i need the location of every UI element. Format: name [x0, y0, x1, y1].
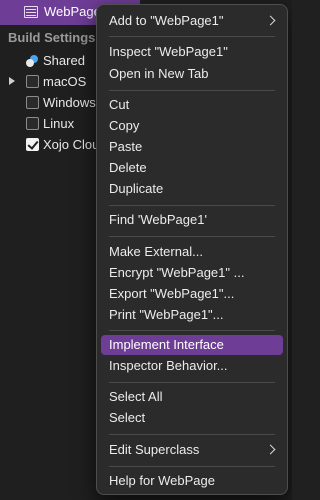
menu-item-inspector-behavior[interactable]: Inspector Behavior... — [101, 356, 283, 376]
shared-icon — [26, 55, 38, 67]
menu-item-label: Print "WebPage1"... — [109, 307, 224, 322]
menu-item-label: Duplicate — [109, 181, 164, 196]
menu-item-label: Inspector Behavior... — [109, 358, 228, 373]
menu-item-label: Make External... — [109, 244, 203, 259]
menu-item-label: Select All — [109, 389, 163, 404]
menu-item-copy[interactable]: Copy — [101, 116, 283, 136]
menu-item-edit-superclass[interactable]: Edit Superclass — [101, 440, 283, 460]
app-window: WebPage1 Build Settings Shared macOS Win… — [0, 0, 292, 500]
menu-item-select[interactable]: Select — [101, 408, 283, 428]
macos-checkbox[interactable] — [26, 75, 39, 88]
build-settings-header: Build Settings — [8, 30, 96, 45]
menu-separator — [109, 382, 275, 383]
menu-separator — [109, 36, 275, 37]
menu-item-label: Help for WebPage — [109, 473, 215, 488]
menu-item-export[interactable]: Export "WebPage1"... — [101, 284, 283, 304]
build-item-label: Linux — [43, 116, 75, 131]
menu-item-help[interactable]: Help for WebPage — [101, 471, 283, 491]
menu-item-label: Copy — [109, 118, 140, 133]
menu-item-label: Inspect "WebPage1" — [109, 44, 228, 59]
menu-separator — [109, 434, 275, 435]
menu-separator — [109, 466, 275, 467]
windows-checkbox[interactable] — [26, 96, 39, 109]
menu-item-label: Select — [109, 410, 146, 425]
menu-item-duplicate[interactable]: Duplicate — [101, 179, 283, 199]
menu-item-encrypt[interactable]: Encrypt "WebPage1" ... — [101, 263, 283, 283]
menu-item-label: Delete — [109, 160, 147, 175]
menu-item-cut[interactable]: Cut — [101, 95, 283, 115]
linux-checkbox[interactable] — [26, 117, 39, 130]
menu-item-make-external[interactable]: Make External... — [101, 242, 283, 262]
menu-item-delete[interactable]: Delete — [101, 158, 283, 178]
menu-item-open-in-new-tab[interactable]: Open in New Tab — [101, 64, 283, 84]
menu-item-label: Paste — [109, 139, 143, 154]
menu-separator — [109, 90, 275, 91]
build-item-label: Windows — [43, 95, 96, 110]
chevron-right-icon — [265, 15, 276, 26]
menu-item-label: Export "WebPage1"... — [109, 286, 235, 301]
menu-item-label: Find 'WebPage1' — [109, 212, 207, 227]
menu-item-implement-interface[interactable]: Implement Interface — [101, 335, 283, 355]
menu-item-label: Encrypt "WebPage1" ... — [109, 265, 245, 280]
menu-item-print[interactable]: Print "WebPage1"... — [101, 305, 283, 325]
menu-item-label: Cut — [109, 97, 130, 112]
chevron-right-icon — [265, 444, 276, 455]
menu-item-find[interactable]: Find 'WebPage1' — [101, 210, 283, 230]
menu-item-label: Open in New Tab — [109, 66, 209, 81]
menu-separator — [109, 205, 275, 206]
menu-item-paste[interactable]: Paste — [101, 137, 283, 157]
menu-separator — [109, 236, 275, 237]
menu-item-label: Implement Interface — [109, 337, 224, 352]
menu-item-select-all[interactable]: Select All — [101, 387, 283, 407]
disclosure-triangle-icon[interactable] — [9, 77, 15, 85]
webpage-icon — [24, 6, 38, 18]
menu-separator — [109, 330, 275, 331]
context-menu: Add to "WebPage1" Inspect "WebPage1" Ope… — [96, 4, 288, 495]
menu-item-label: Edit Superclass — [109, 442, 200, 457]
menu-item-label: Add to "WebPage1" — [109, 13, 224, 28]
xojo-cloud-checkbox[interactable] — [26, 138, 39, 151]
build-item-label: macOS — [43, 74, 87, 89]
menu-item-add-to[interactable]: Add to "WebPage1" — [101, 11, 283, 31]
build-item-label: Shared — [43, 53, 85, 68]
menu-item-inspect[interactable]: Inspect "WebPage1" — [101, 42, 283, 62]
